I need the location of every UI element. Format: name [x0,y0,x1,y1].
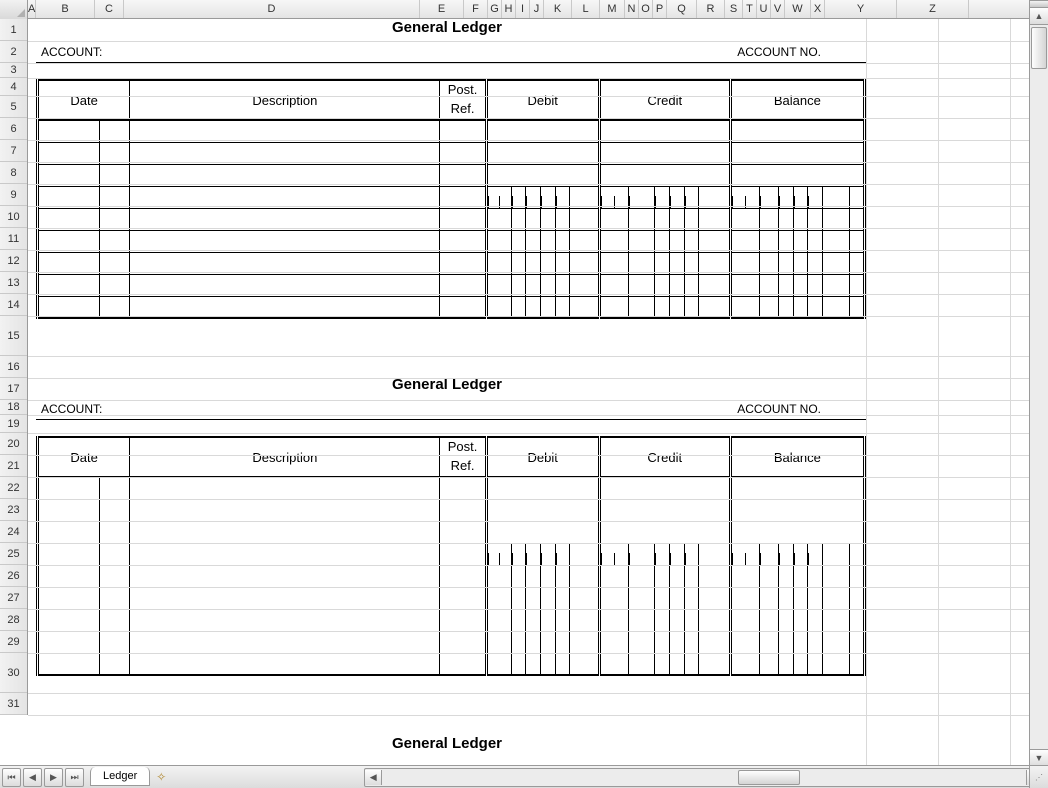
scroll-left-arrow-icon[interactable]: ◀ [365,770,382,785]
row-header-12[interactable]: 12 [0,250,27,272]
row-header-15[interactable]: 15 [0,316,27,356]
hdr-postref-2: Ref. [440,98,486,120]
account-label: ACCOUNT: [41,45,102,59]
row-header-5[interactable]: 5 [0,96,27,118]
split-handle-top[interactable] [1030,0,1048,8]
spreadsheet-grid[interactable]: General Ledger ACCOUNT: ACCOUNT NO. Date… [28,19,1030,766]
hdr-date: Date [38,80,130,120]
row-header-19[interactable]: 19 [0,415,27,433]
resize-grip-icon[interactable]: ⋰ [1029,765,1048,788]
col-header-H[interactable]: H [502,0,516,18]
account-row-1: ACCOUNT: ACCOUNT NO. [36,41,866,63]
row-header-18[interactable]: 18 [0,400,27,415]
row-header-3[interactable]: 3 [0,63,27,78]
vscroll-thumb[interactable] [1031,27,1047,69]
row-header-27[interactable]: 27 [0,587,27,609]
vertical-scrollbar[interactable]: ▲ ▼ [1029,0,1048,766]
col-header-A[interactable]: A [28,0,36,18]
col-header-M[interactable]: M [600,0,625,18]
col-header-T[interactable]: T [743,0,757,18]
ledger-title-3: General Ledger [28,735,866,757]
row-header-28[interactable]: 28 [0,609,27,631]
account-no-label: ACCOUNT NO. [737,45,821,59]
col-header-C[interactable]: C [95,0,124,18]
row-header-11[interactable]: 11 [0,228,27,250]
col-header-R[interactable]: R [697,0,725,18]
col-header-U[interactable]: U [757,0,771,18]
row-header-1[interactable]: 1 [0,19,27,41]
horizontal-scrollbar[interactable]: ◀ ▶ [364,768,1044,787]
col-header-G[interactable]: G [488,0,502,18]
col-header-L[interactable]: L [572,0,600,18]
row-header-6[interactable]: 6 [0,118,27,140]
row-header-30[interactable]: 30 [0,653,27,693]
col-header-D[interactable]: D [124,0,420,18]
scroll-down-arrow-icon[interactable]: ▼ [1030,749,1048,766]
row-header-9[interactable]: 9 [0,184,27,206]
hdr-credit: Credit [599,80,730,120]
col-header-E[interactable]: E [420,0,464,18]
tab-nav-next-icon[interactable]: ▶ [44,768,63,787]
col-header-B[interactable]: B [36,0,95,18]
select-all-corner[interactable] [0,0,28,19]
hdr-description: Description [130,80,440,120]
tab-nav-prev-icon[interactable]: ◀ [23,768,42,787]
ledger-table-1: Date Description Post. Debit Credit Bala… [36,79,866,319]
row-header-31[interactable]: 31 [0,693,27,715]
row-header-21[interactable]: 21 [0,455,27,477]
col-header-S[interactable]: S [725,0,743,18]
row-header-8[interactable]: 8 [0,162,27,184]
tab-nav-first-icon[interactable]: ⏮ [2,768,21,787]
row-header-10[interactable]: 10 [0,206,27,228]
row-header-4[interactable]: 4 [0,78,27,96]
status-bar: ⏮ ◀ ▶ ⏭ Ledger ✧ ◀ ▶ [0,765,1048,788]
col-header-Y[interactable]: Y [825,0,897,18]
col-header-J[interactable]: J [530,0,544,18]
row-header-26[interactable]: 26 [0,565,27,587]
row-header-7[interactable]: 7 [0,140,27,162]
row-header-22[interactable]: 22 [0,477,27,499]
col-header-I[interactable]: I [516,0,530,18]
tab-nav-last-icon[interactable]: ⏭ [65,768,84,787]
row-headers: 1234567891011121314151617181920212223242… [0,19,28,715]
col-header-K[interactable]: K [544,0,572,18]
sheet-tab-ledger[interactable]: Ledger [90,767,150,786]
row-header-23[interactable]: 23 [0,499,27,521]
ledger-title-1: General Ledger [28,19,866,41]
col-header-Z[interactable]: Z [897,0,969,18]
ledger-table-2: Date Description Post. Debit Credit Bala… [36,436,866,676]
hdr-debit: Debit [486,80,599,120]
col-header-N[interactable]: N [625,0,639,18]
col-header-P[interactable]: P [653,0,667,18]
row-header-13[interactable]: 13 [0,272,27,294]
column-headers: ABCDEFGHIJKLMNOPQRSTUVWXYZ [0,0,1048,19]
insert-sheet-icon[interactable]: ✧ [152,768,170,786]
row-header-16[interactable]: 16 [0,356,27,378]
col-header-W[interactable]: W [785,0,811,18]
hscroll-thumb[interactable] [738,770,800,785]
ledger-title-2: General Ledger [28,376,866,398]
row-header-20[interactable]: 20 [0,433,27,455]
col-header-F[interactable]: F [464,0,488,18]
row-header-29[interactable]: 29 [0,631,27,653]
vscroll-track[interactable] [1030,25,1048,749]
account-row-2: ACCOUNT: ACCOUNT NO. [36,398,866,420]
row-header-25[interactable]: 25 [0,543,27,565]
row-header-17[interactable]: 17 [0,378,27,400]
col-header-O[interactable]: O [639,0,653,18]
row-header-14[interactable]: 14 [0,294,27,316]
col-header-Q[interactable]: Q [667,0,697,18]
col-header-X[interactable]: X [811,0,825,18]
scroll-up-arrow-icon[interactable]: ▲ [1030,8,1048,25]
row-header-2[interactable]: 2 [0,41,27,63]
hdr-balance: Balance [730,80,864,120]
row-header-24[interactable]: 24 [0,521,27,543]
col-header-V[interactable]: V [771,0,785,18]
